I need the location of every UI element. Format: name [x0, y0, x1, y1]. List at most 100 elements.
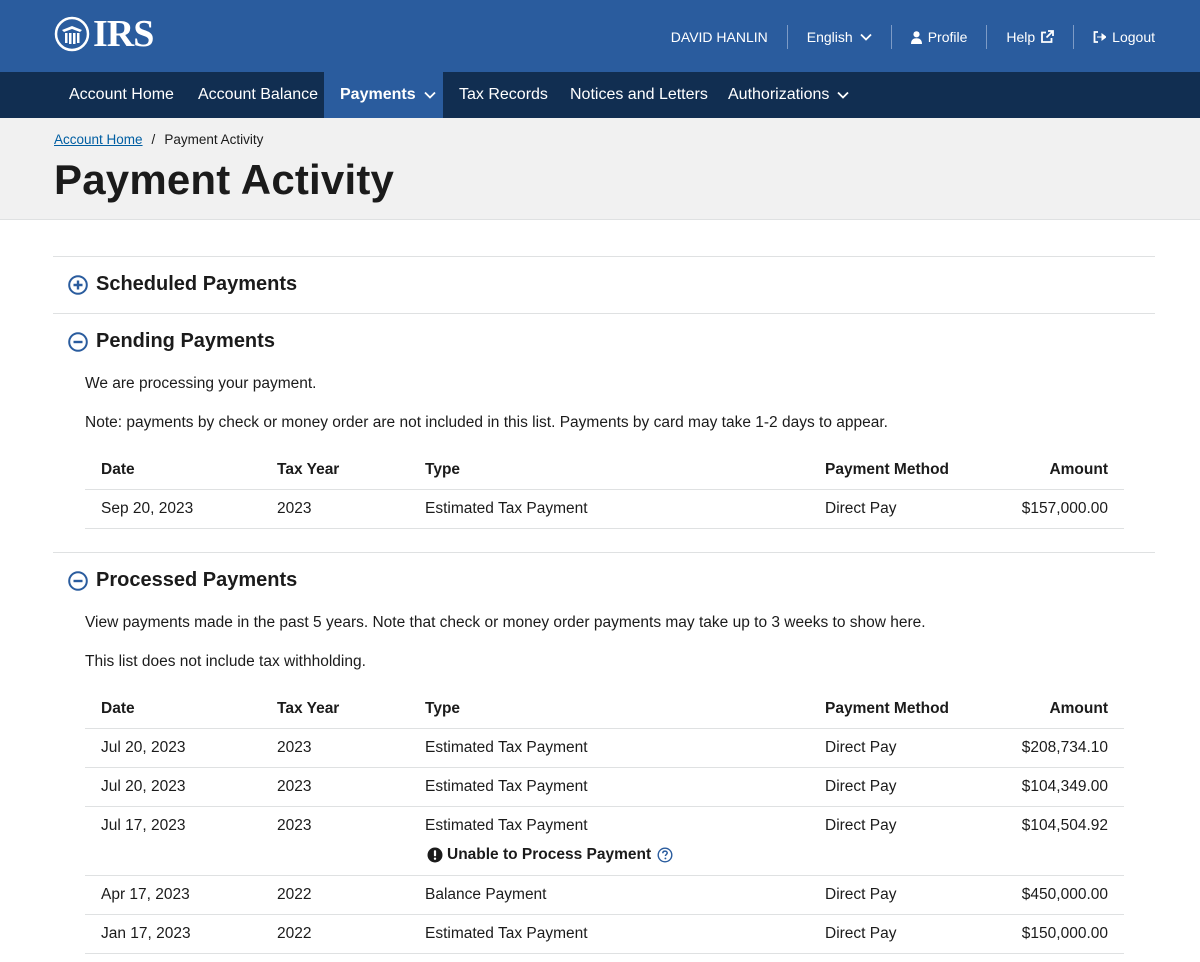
external-link-icon — [1040, 30, 1055, 44]
pending-note: Note: payments by check or money order a… — [85, 414, 888, 431]
nav-notices-letters[interactable]: Notices and Letters — [555, 72, 723, 118]
chevron-down-icon — [837, 91, 850, 99]
section-title: Pending Payments — [96, 330, 275, 352]
divider — [53, 256, 1155, 257]
nav-payments[interactable]: Payments — [324, 72, 443, 118]
nav-tax-records[interactable]: Tax Records — [444, 72, 563, 118]
table-row: Apr 17, 2023 2022 Balance Payment Direct… — [85, 876, 1124, 915]
help-link[interactable]: Help — [987, 25, 1073, 49]
table-row: Jul 20, 2023 2023 Estimated Tax Payment … — [85, 729, 1124, 768]
language-label: English — [806, 29, 853, 45]
cell-date: Jul 20, 2023 — [101, 739, 186, 756]
cell-date: Apr 17, 2023 — [101, 886, 190, 903]
divider — [53, 313, 1155, 314]
nav-label: Account Balance — [198, 86, 319, 103]
warning-text: Unable to Process Payment — [447, 846, 652, 863]
logout-label: Logout — [1112, 29, 1155, 45]
column-header-type: Type — [425, 700, 461, 717]
cell-amount: $157,000.00 — [1021, 500, 1108, 517]
processed-payments-table: Date Tax Year Type Payment Method Amount… — [85, 690, 1124, 954]
sign-out-icon — [1093, 31, 1107, 43]
minus-circle-icon — [68, 570, 88, 591]
cell-amount: $450,000.00 — [1021, 886, 1108, 903]
table-header-row: Date Tax Year Type Payment Method Amount — [85, 690, 1124, 729]
column-header-payment-method: Payment Method — [825, 461, 950, 478]
processed-payments-toggle[interactable]: Processed Payments — [68, 569, 297, 592]
column-header-tax-year: Tax Year — [277, 700, 340, 717]
cell-payment-method: Direct Pay — [825, 817, 897, 834]
nav-label: Account Home — [69, 86, 174, 103]
user-icon — [910, 30, 922, 44]
help-circle-icon[interactable] — [657, 847, 673, 863]
cell-date: Sep 20, 2023 — [101, 500, 194, 517]
scheduled-payments-toggle[interactable]: Scheduled Payments — [68, 273, 297, 296]
cell-payment-method: Direct Pay — [825, 886, 897, 903]
column-header-date: Date — [101, 461, 135, 478]
user-name: DAVID HANLIN — [652, 25, 787, 49]
pending-intro: We are processing your payment. — [85, 375, 317, 392]
top-bar: IRS DAVID HANLIN English Profile Help Lo… — [0, 0, 1200, 72]
processed-note: This list does not include tax withholdi… — [85, 653, 366, 670]
breadcrumb: Account Home / Payment Activity — [54, 132, 263, 147]
section-title: Processed Payments — [96, 569, 298, 591]
exclamation-circle-icon — [427, 847, 443, 863]
nav-authorizations[interactable]: Authorizations — [713, 72, 864, 118]
cell-type: Balance Payment — [425, 886, 547, 903]
table-row: Jul 17, 2023 2023 Estimated Tax Payment … — [85, 807, 1124, 876]
column-header-tax-year: Tax Year — [277, 461, 340, 478]
column-header-amount: Amount — [1049, 700, 1108, 717]
main-nav: Account Home Account Balance Payments Ta… — [0, 72, 1200, 118]
nav-label: Payments — [340, 86, 416, 103]
profile-label: Profile — [927, 29, 968, 45]
nav-label: Authorizations — [728, 86, 830, 103]
logout-link[interactable]: Logout — [1074, 25, 1155, 49]
cell-amount: $150,000.00 — [1021, 925, 1108, 942]
cell-date: Jul 20, 2023 — [101, 778, 186, 795]
nav-account-balance[interactable]: Account Balance — [183, 72, 333, 118]
cell-amount: $104,349.00 — [1021, 778, 1108, 795]
cell-date: Jul 17, 2023 — [101, 817, 186, 834]
plus-circle-icon — [68, 274, 88, 295]
breadcrumb-current: Payment Activity — [164, 132, 264, 147]
column-header-payment-method: Payment Method — [825, 700, 950, 717]
eagle-seal-icon — [53, 16, 91, 52]
section-title: Scheduled Payments — [96, 273, 298, 295]
user-name-label: DAVID HANLIN — [670, 29, 768, 45]
minus-circle-icon — [68, 331, 88, 352]
pending-payments-table: Date Tax Year Type Payment Method Amount… — [85, 451, 1124, 529]
page-header: Account Home / Payment Activity Payment … — [0, 118, 1200, 220]
profile-link[interactable]: Profile — [892, 25, 987, 49]
cell-tax-year: 2023 — [277, 817, 312, 834]
cell-amount: $208,734.10 — [1021, 739, 1108, 756]
table-header-row: Date Tax Year Type Payment Method Amount — [85, 451, 1124, 490]
column-header-type: Type — [425, 461, 461, 478]
chevron-down-icon — [860, 33, 872, 41]
cell-type: Estimated Tax Payment — [425, 778, 588, 795]
help-label: Help — [1006, 29, 1036, 45]
cell-type: Estimated Tax Payment — [425, 925, 588, 942]
cell-type: Estimated Tax Payment — [425, 817, 588, 834]
table-row: Jul 20, 2023 2023 Estimated Tax Payment … — [85, 768, 1124, 807]
nav-label: Tax Records — [459, 86, 548, 103]
nav-label: Notices and Letters — [570, 86, 708, 103]
table-row: Jan 17, 2023 2022 Estimated Tax Payment … — [85, 915, 1124, 954]
payment-warning: Unable to Process Payment — [427, 846, 673, 864]
pending-payments-toggle[interactable]: Pending Payments — [68, 330, 275, 353]
logo-text: IRS — [93, 13, 154, 55]
cell-date: Jan 17, 2023 — [101, 925, 191, 942]
page-title: Payment Activity — [54, 156, 395, 203]
nav-account-home[interactable]: Account Home — [54, 72, 189, 118]
breadcrumb-home-link[interactable]: Account Home — [54, 132, 143, 147]
cell-tax-year: 2023 — [277, 778, 312, 795]
chevron-down-icon — [423, 91, 436, 99]
language-selector[interactable]: English — [788, 25, 891, 49]
cell-payment-method: Direct Pay — [825, 925, 897, 942]
cell-tax-year: 2022 — [277, 925, 312, 942]
cell-tax-year: 2022 — [277, 886, 312, 903]
irs-logo[interactable]: IRS — [53, 13, 154, 55]
cell-payment-method: Direct Pay — [825, 500, 897, 517]
cell-payment-method: Direct Pay — [825, 778, 897, 795]
cell-type: Estimated Tax Payment — [425, 739, 588, 756]
column-header-date: Date — [101, 700, 135, 717]
divider — [53, 552, 1155, 553]
